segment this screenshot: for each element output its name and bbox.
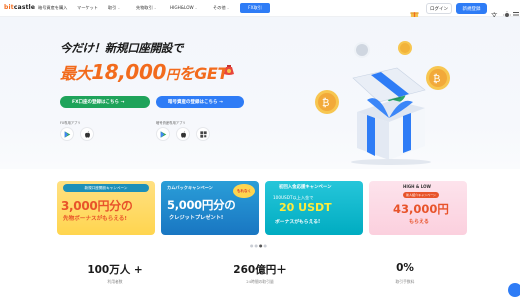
apple-icon[interactable] — [176, 127, 190, 141]
banner-referral[interactable]: HIGH & LOW 新人紹介キャンペーン 43,000円 もらえる — [369, 181, 467, 235]
chat-support-button[interactable] — [508, 283, 520, 297]
stat-volume-label: 24時間の取引量 — [246, 279, 274, 284]
svg-text:₿: ₿ — [433, 73, 440, 85]
crypto-register-button[interactable]: 暗号資産の登録はこちら → — [156, 96, 244, 108]
banner-tag: カムバックキャンペーン — [167, 185, 213, 190]
nav-item-other[interactable]: その他⌄ — [213, 5, 230, 11]
stat-fee-value: 0% — [396, 262, 414, 274]
chevron-down-icon: ⌄ — [194, 6, 198, 10]
register-button[interactable]: 新規登録 — [456, 3, 487, 14]
banner-pre-text: 新人紹介キャンペーン — [403, 192, 439, 198]
chevron-down-icon: ⌄ — [153, 6, 157, 10]
hero-bonus-amount: 最大18,000円をGET — [60, 60, 228, 84]
stat-users-label: 利用者数 — [107, 279, 123, 284]
nav-item-highlow[interactable]: HIGH&LOW⌄ — [170, 5, 198, 10]
language-icon[interactable]: 文 — [491, 4, 499, 19]
nav-item-futures[interactable]: 先物取引⌄ — [136, 5, 157, 11]
banner-tag: 新規口座開設キャンペーン — [63, 184, 149, 192]
chevron-down-icon: ⌄ — [226, 6, 230, 10]
banner-comeback[interactable]: カムバックキャンペーン もれなく 5,000円分の クレジットプレゼント! — [161, 181, 259, 235]
menu-icon[interactable] — [513, 4, 519, 18]
nav-item-buy-crypto[interactable]: 暗号資産を購入 — [38, 5, 67, 11]
nav-item-trade[interactable]: 取引⌄ — [108, 5, 120, 11]
gift-box-illustration: ₿ ₿ T — [305, 30, 465, 165]
stat-fee-label: 取引手数料 — [395, 279, 415, 284]
banner-sub-text: もらえる — [409, 219, 429, 225]
crypto-app-label: 暗号資産専用アプリ — [156, 121, 186, 125]
login-button[interactable]: ログイン — [426, 3, 452, 14]
logo[interactable]: bitcastle — [4, 4, 35, 11]
banner-new-account[interactable]: 新規口座開設キャンペーン 3,000円分の 先物ボーナスがもらえる! — [57, 181, 155, 235]
banner-sub-text: ボーナスがもらえる! — [275, 220, 321, 225]
apple-icon[interactable] — [80, 127, 94, 141]
banner-first-deposit[interactable]: 初回入金応援キャンペーン 100USDT以上入金で 20 USDT ボーナスがも… — [265, 181, 363, 235]
chevron-down-icon: ⌄ — [117, 6, 121, 10]
fx-trade-button[interactable]: FX取引 — [240, 3, 270, 13]
money-bag-icon — [222, 61, 236, 75]
google-play-icon[interactable] — [60, 127, 74, 141]
banner-main-text: 43,000円 — [393, 202, 449, 216]
nav-item-market[interactable]: マーケット — [77, 5, 98, 11]
banner-tag: 初回入金応援キャンペーン — [279, 185, 332, 190]
stat-volume-value: 260億円＋ — [233, 264, 287, 276]
banner-sub-text: 先物ボーナスがもらえる! — [63, 216, 127, 222]
carousel-dots[interactable]: ●●●● — [250, 243, 268, 248]
theme-toggle-icon[interactable] — [503, 4, 511, 19]
svg-text:₿: ₿ — [322, 97, 329, 109]
banner-main-text: 3,000円分の — [61, 199, 133, 213]
banner-main-text: 5,000円分の — [167, 198, 236, 212]
gift-icon[interactable] — [410, 4, 419, 19]
fx-app-label: FX専用アプリ — [60, 121, 81, 125]
qr-code-icon[interactable] — [196, 127, 210, 141]
google-play-icon[interactable] — [156, 127, 170, 141]
stat-users-value: 100万人 + — [87, 264, 143, 276]
banner-badge: もれなく — [233, 184, 255, 198]
hero-headline: 今だけ！新規口座開設で — [60, 41, 184, 55]
banner-tag: HIGH & LOW — [403, 184, 431, 189]
banner-main-text: 20 USDT — [279, 201, 332, 214]
banner-sub-text: クレジットプレゼント! — [169, 215, 224, 221]
fx-register-button[interactable]: FX口座の登録はこちら → — [60, 96, 150, 108]
